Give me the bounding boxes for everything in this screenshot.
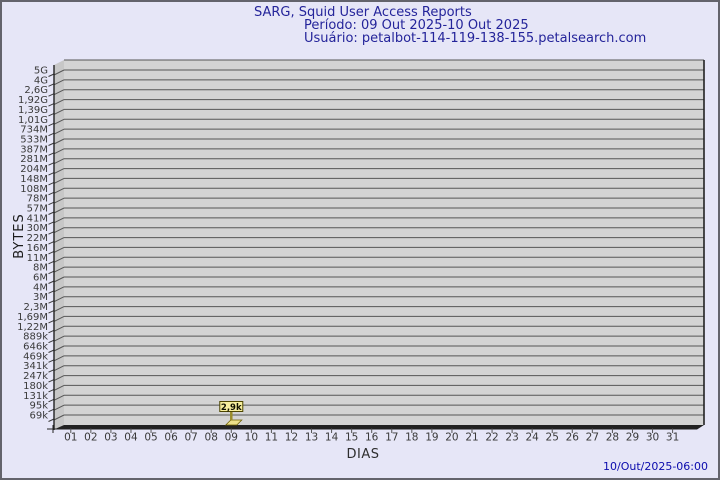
y-tick: [49, 360, 55, 363]
x-tick-label: 07: [184, 432, 197, 444]
chart-canvas: 5G4G2,6G1,92G1,39G1,01G734M533M387M281M2…: [2, 2, 720, 480]
y-tick: [49, 232, 55, 235]
y-tick: [49, 163, 55, 166]
y-tick: [49, 104, 55, 107]
x-tick-label: 31: [666, 432, 679, 444]
x-tick-label: 15: [345, 432, 358, 444]
x-tick-label: 11: [265, 432, 278, 444]
sarg-report-window: SARG, Squid User Access Reports Período:…: [0, 0, 720, 480]
x-tick-label: 26: [566, 432, 580, 444]
generated-timestamp: 10/Out/2025-06:00: [603, 460, 708, 473]
value-flag-label: 2,9k: [221, 403, 242, 413]
y-tick: [49, 419, 55, 422]
x-tick-label: 29: [626, 432, 639, 444]
x-tick-label: 28: [606, 432, 619, 444]
y-tick: [49, 271, 55, 274]
y-tick: [49, 242, 55, 245]
x-axis-title: DIAS: [332, 447, 394, 462]
x-tick-label: 02: [84, 432, 97, 444]
y-tick: [49, 251, 55, 254]
x-tick-label: 10: [245, 432, 258, 444]
y-tick: [49, 123, 55, 126]
y-tick: [49, 380, 55, 383]
y-tick: [49, 202, 55, 205]
y-tick: [49, 74, 55, 77]
y-tick: [49, 153, 55, 156]
plot-back-wall: [64, 60, 704, 425]
y-tick: [49, 281, 55, 284]
x-tick-label: 20: [445, 432, 458, 444]
y-tick: [49, 370, 55, 373]
x-tick-label: 08: [205, 432, 218, 444]
y-tick: [49, 399, 55, 402]
x-tick-label: 01: [64, 432, 77, 444]
x-tick-label: 23: [505, 432, 518, 444]
x-tick-label: 17: [385, 432, 398, 444]
y-tick: [49, 143, 55, 146]
y-tick: [49, 192, 55, 195]
x-tick-label: 25: [546, 432, 559, 444]
y-tick: [49, 84, 55, 87]
x-tick-label: 03: [104, 432, 117, 444]
y-tick: [49, 311, 55, 314]
x-tick-label: 30: [646, 432, 659, 444]
y-tick: [49, 301, 55, 304]
y-tick: [49, 389, 55, 392]
x-tick-label: 14: [325, 432, 339, 444]
y-tick: [49, 182, 55, 185]
y-tick: [49, 350, 55, 353]
y-tick: [49, 113, 55, 116]
y-tick: [49, 330, 55, 333]
x-tick-label: 04: [124, 432, 138, 444]
y-tick: [49, 173, 55, 176]
x-tick-label: 18: [405, 432, 418, 444]
x-tick-label: 05: [144, 432, 157, 444]
x-tick-label: 21: [465, 432, 478, 444]
y-tick: [49, 212, 55, 215]
y-tick: [49, 291, 55, 294]
y-tick: [49, 320, 55, 323]
y-tick: [49, 340, 55, 343]
x-tick-label: 19: [425, 432, 438, 444]
x-tick-label: 09: [225, 432, 238, 444]
x-tick-label: 24: [525, 432, 539, 444]
x-tick-label: 13: [305, 432, 318, 444]
x-tick-label: 27: [586, 432, 599, 444]
y-tick-label: 69k: [29, 411, 48, 422]
x-tick-label: 22: [485, 432, 498, 444]
x-tick-label: 12: [285, 432, 298, 444]
plot-left-wall: [54, 60, 64, 430]
y-tick: [49, 222, 55, 225]
x-tick-label: 06: [164, 432, 178, 444]
y-tick: [49, 409, 55, 412]
x-tick-label: 16: [365, 432, 379, 444]
y-tick: [49, 133, 55, 136]
y-tick: [49, 261, 55, 264]
y-tick: [49, 94, 55, 97]
